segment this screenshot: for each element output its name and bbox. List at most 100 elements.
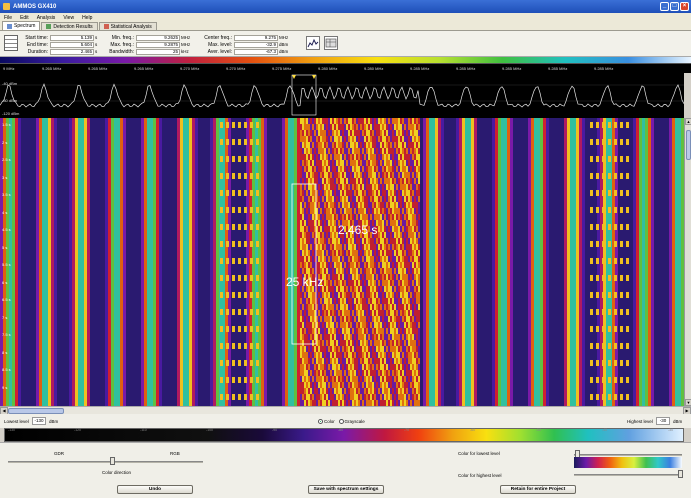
spectrum-trace (0, 74, 684, 116)
param-end-time: End time: 5.604 s (22, 41, 106, 48)
color-radio[interactable] (318, 419, 323, 425)
param-unit: s (95, 42, 98, 47)
param-value[interactable]: 2.465 (50, 48, 94, 55)
freq-tick-label: 9.285 MHz (456, 66, 476, 71)
duration-annotation: 2.465 s (338, 223, 377, 237)
close-icon[interactable]: × (680, 2, 689, 11)
ramp-tick-label: -80 (338, 428, 344, 432)
minimize-icon[interactable]: _ (660, 2, 669, 11)
param-unit: s (95, 49, 98, 54)
horizontal-scrollbar[interactable]: ◀ ▶ (0, 406, 691, 415)
menu-analysis[interactable]: Analysis (37, 15, 56, 21)
highest-color-knob[interactable] (678, 470, 683, 478)
param-aver-level: Aver. level: -67.3 dBm (202, 48, 290, 55)
param-max-freq: Max. freq.: 9.2875 MHz (108, 41, 192, 48)
param-unit: MHz (181, 42, 191, 47)
freq-tick-label: 9 MHz (3, 66, 15, 71)
param-label: Max. level: (208, 41, 232, 48)
tab-statistical-label: Statistical Analysis (110, 23, 152, 30)
ramp-tick-label: -30 (668, 428, 674, 432)
time-axis: 1.5 s 2 s 2.5 s 3 s 3.5 s 4 s 4.5 s 5 s 5.5 s 6 s… (0, 118, 16, 406)
color-direction-slider[interactable] (8, 461, 203, 463)
retain-project-button[interactable]: Retain for entire Project (500, 485, 576, 494)
freq-tick-label: 9.285 MHz (410, 66, 430, 71)
highest-level-input[interactable]: -30 (656, 417, 670, 425)
table-icon[interactable] (4, 35, 18, 51)
scroll-down-icon[interactable]: ▼ (685, 399, 691, 406)
spectrum-view-button[interactable] (306, 36, 320, 50)
menu-file[interactable]: File (4, 15, 12, 21)
freq-tick-label: 9.280 MHz (318, 66, 338, 71)
lowest-level-input[interactable]: -130 (32, 417, 46, 425)
grayscale-radio[interactable] (338, 419, 344, 425)
ramp-tick-label: -40 (602, 428, 608, 432)
menu-help[interactable]: Help (82, 15, 92, 21)
param-label: Start time: (25, 34, 48, 41)
waterfall-display[interactable]: 2.465 s 25 kHz (0, 118, 684, 406)
statistics-icon (103, 24, 109, 29)
param-value[interactable]: 5.139 (50, 34, 94, 41)
freq-tick-label: 9.280 MHz (364, 66, 384, 71)
param-label: Bandwidth: (109, 48, 134, 55)
menu-view[interactable]: View (63, 15, 74, 21)
lowest-color-slider[interactable] (574, 454, 682, 456)
tab-spectrum-label: Spectrum (14, 23, 36, 29)
time-tick-label: 5.5 s (2, 262, 11, 267)
param-max-level: Max. level: -32.9 dBm (202, 41, 290, 48)
param-label: Center freq.: (204, 34, 232, 41)
export-button[interactable] (324, 36, 338, 50)
selection-marker-left[interactable] (292, 75, 296, 79)
time-tick-label: 3.5 s (2, 192, 11, 197)
time-tick-label: 7 s (2, 314, 8, 320)
param-value[interactable]: 9.2875 (136, 41, 180, 48)
save-spectrum-settings-button[interactable]: Save with spectrum settings (308, 485, 384, 494)
maximize-icon[interactable]: □ (670, 2, 679, 11)
ramp-tick-label: -70 (404, 428, 410, 432)
tab-statistical-analysis[interactable]: Statistical Analysis (98, 22, 157, 30)
menu-edit[interactable]: Edit (20, 15, 29, 21)
spectrum-graph-icon (307, 38, 319, 48)
param-unit: dBm (279, 42, 289, 47)
color-direction-label: Color direction (102, 470, 132, 475)
freq-tick-label: 9.270 MHz (226, 66, 246, 71)
tab-detection-results[interactable]: Detection Results (41, 22, 98, 30)
param-value[interactable]: 25 (136, 48, 180, 55)
selection-marker-right[interactable] (312, 75, 316, 79)
selection-box[interactable] (291, 74, 317, 116)
freq-tick-label: 9.265 MHz (42, 66, 62, 71)
color-controls-panel: GDR RGB Color direction Color for lowest… (0, 442, 691, 498)
param-value[interactable]: 9.275 (234, 34, 278, 41)
time-tick-label: 6 s (2, 279, 8, 285)
param-unit: dBm (279, 49, 289, 54)
param-label: Min. freq.: (111, 34, 134, 41)
lowest-level-label: Lowest level (4, 419, 29, 424)
title-bar: AMMOS GX410 _ □ × (0, 0, 691, 13)
tab-spectrum[interactable]: Spectrum (2, 21, 41, 30)
spectrum-trace-line (0, 83, 684, 108)
time-tick-label: 4 s (2, 209, 8, 215)
scroll-up-icon[interactable]: ▲ (685, 118, 691, 125)
freq-tick-label: 9.270 MHz (180, 66, 200, 71)
parameter-panel: Start time: 5.139 s End time: 5.604 s Du… (0, 31, 691, 57)
level-parameters: Center freq.: 9.275 MHz Max. level: -32.… (202, 34, 290, 55)
param-value[interactable]: -32.9 (234, 41, 278, 48)
param-value[interactable]: 9.2625 (136, 34, 180, 41)
param-value[interactable]: -67.3 (234, 48, 278, 55)
param-duration: Duration: 2.465 s (22, 48, 106, 55)
spectrum-trace-panel[interactable]: -40 dBm -80 dBm -120 dBm (0, 73, 684, 118)
time-tick-label: 2.5 s (2, 157, 11, 162)
param-value[interactable]: 5.604 (50, 41, 94, 48)
undo-button[interactable]: Undo (117, 485, 193, 494)
ramp-tick-label: -110 (140, 428, 147, 432)
param-min-freq: Min. freq.: 9.2625 MHz (108, 34, 192, 41)
ramp-tick-label: -90 (272, 428, 278, 432)
window-title: AMMOS GX410 (13, 3, 57, 10)
highest-color-slider[interactable] (574, 474, 682, 476)
vertical-scroll-thumb[interactable] (686, 130, 691, 160)
color-direction-knob[interactable] (110, 457, 115, 465)
spectrum-level-label: -40 dBm (2, 81, 18, 86)
color-radio-group: Color Grayscale (318, 419, 365, 425)
spectrum-icon (7, 23, 12, 29)
param-label: End time: (26, 41, 48, 48)
vertical-scrollbar[interactable]: ▲ ▼ (684, 118, 691, 406)
